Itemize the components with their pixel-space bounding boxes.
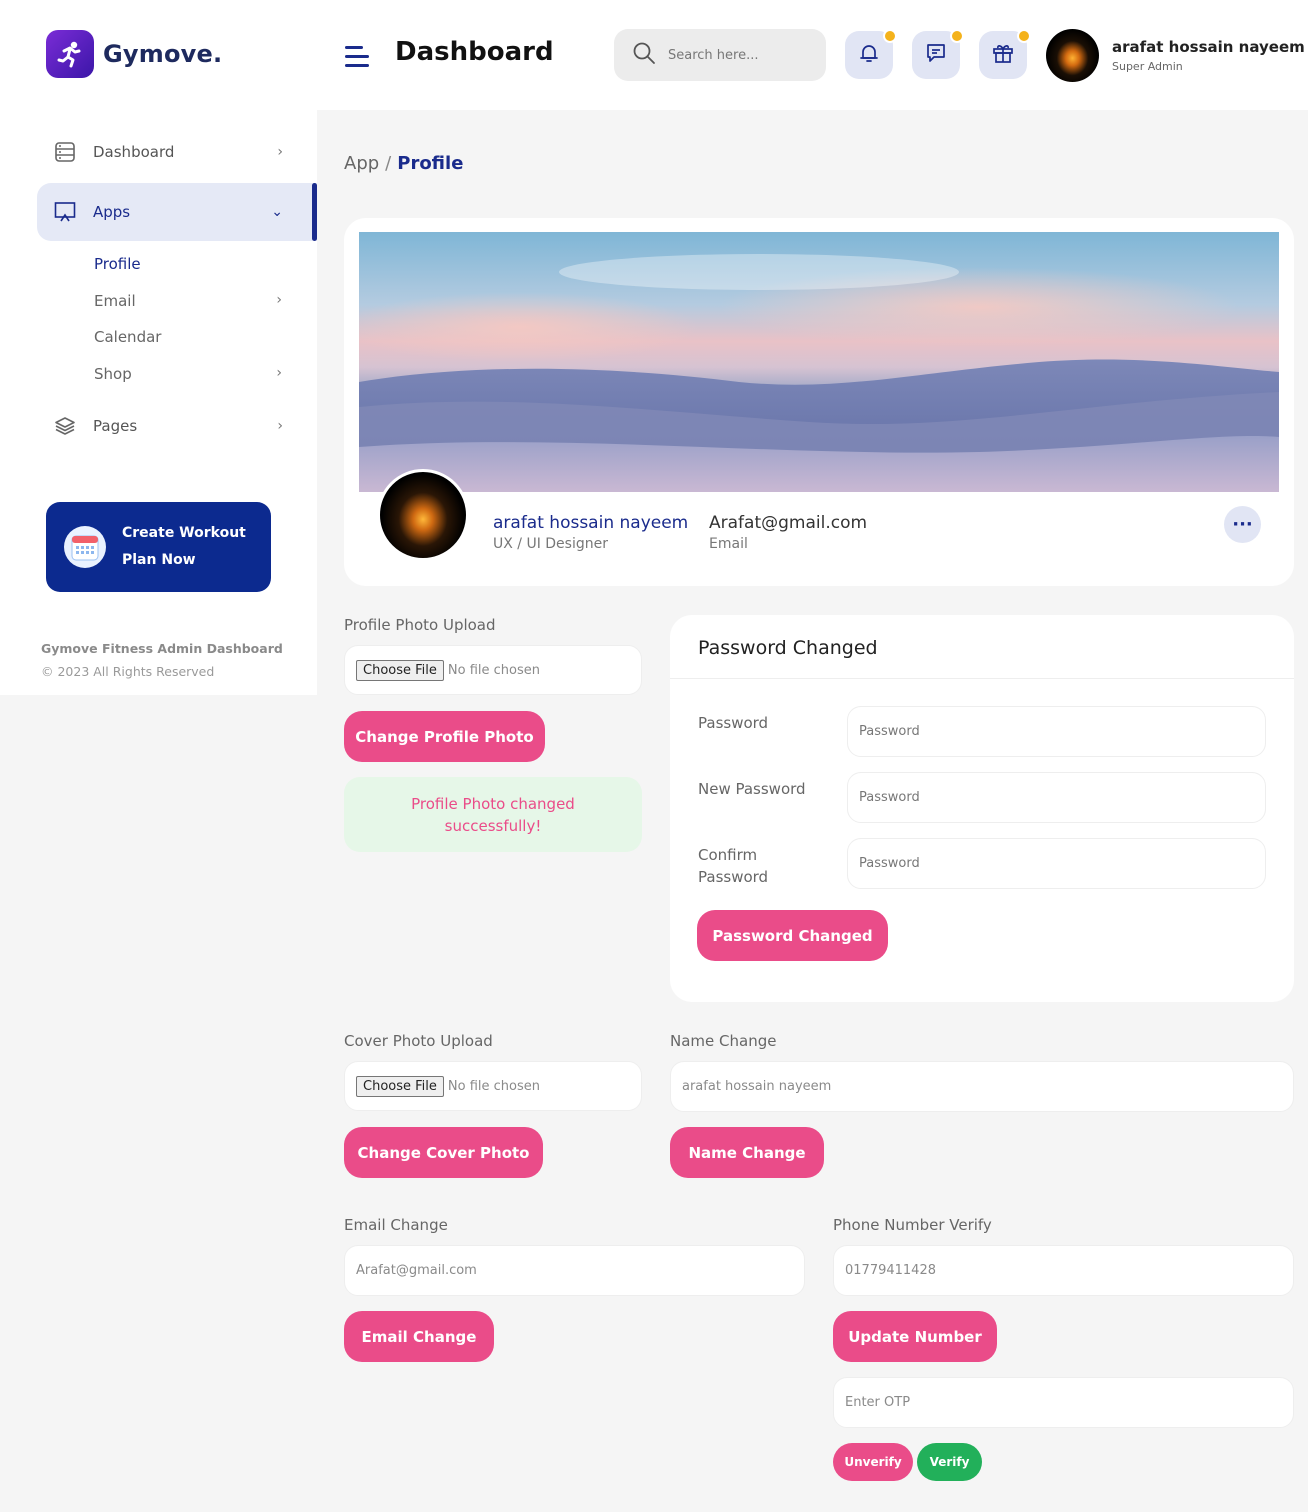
header-user-name: arafat hossain nayeem (1112, 38, 1305, 56)
notification-dot (1017, 29, 1031, 43)
footer-title: Gymove Fitness Admin Dashboard (41, 641, 283, 656)
success-alert: Profile Photo changed successfully! (344, 777, 642, 852)
confirm-password-label: Confirm Password (698, 846, 769, 886)
chevron-right-icon: › (276, 365, 282, 381)
footer-copyright: © 2023 All Rights Reserved (41, 664, 215, 679)
sidebar-item-pages[interactable]: Pages › (37, 397, 317, 455)
confirm-password-field[interactable] (847, 838, 1266, 889)
update-number-button[interactable]: Update Number (833, 1311, 997, 1362)
choose-file-button[interactable]: Choose File (356, 1075, 444, 1097)
profile-photo-label: Profile Photo Upload (344, 616, 496, 634)
gift-icon (991, 41, 1015, 69)
profile-name: arafat hossain nayeem (493, 513, 689, 533)
promo-text: Create Workout Plan Now (122, 520, 246, 574)
cover-photo (359, 232, 1279, 492)
sidebar-subitem-label: Profile (94, 255, 141, 273)
chat-icon (924, 41, 948, 69)
notification-dot (950, 29, 964, 43)
sidebar-subitem-shop[interactable]: Shop › (94, 365, 294, 383)
cover-photo-label: Cover Photo Upload (344, 1032, 493, 1050)
file-status: No file chosen (447, 662, 540, 678)
dashboard-icon (53, 140, 77, 164)
name-change-button[interactable]: Name Change (670, 1127, 824, 1178)
bell-icon (857, 41, 881, 69)
monitor-icon (53, 200, 77, 224)
file-status: No file chosen (447, 1078, 540, 1094)
layers-icon (53, 414, 77, 438)
new-password-label: New Password (698, 780, 806, 798)
chevron-down-icon: ⌄ (271, 204, 283, 220)
notifications-button[interactable] (845, 29, 897, 79)
sidebar-subitem-label: Shop (94, 365, 132, 383)
gifts-button[interactable] (979, 29, 1031, 79)
unverify-button[interactable]: Unverify (833, 1443, 913, 1481)
top-header: Dashboard arafat hossain nayeem Super Ad… (317, 0, 1308, 110)
breadcrumb-current: Profile (397, 153, 464, 174)
hamburger-menu-icon[interactable] (345, 46, 369, 68)
password-card-title: Password Changed (698, 637, 878, 659)
profile-role: UX / UI Designer (493, 536, 608, 552)
notification-dot (883, 29, 897, 43)
promo-line1: Create Workout (122, 525, 246, 541)
phone-verify-label: Phone Number Verify (833, 1216, 992, 1234)
sidebar: Gymove. Dashboard › Apps ⌄ Profile Email… (0, 0, 317, 695)
sidebar-subitem-label: Email (94, 292, 136, 310)
sidebar-subitem-email[interactable]: Email › (94, 292, 294, 310)
divider (670, 678, 1294, 679)
profile-card: arafat hossain nayeem UX / UI Designer A… (344, 218, 1294, 586)
sidebar-item-label: Dashboard (93, 143, 175, 161)
change-cover-photo-button[interactable]: Change Cover Photo (344, 1127, 543, 1178)
chevron-right-icon: › (277, 418, 283, 434)
search-icon (632, 41, 656, 69)
new-password-field[interactable] (847, 772, 1266, 823)
name-input[interactable] (670, 1061, 1294, 1112)
breadcrumb-parent[interactable]: App (344, 153, 379, 174)
chevron-right-icon: › (276, 292, 282, 308)
password-label: Password (698, 714, 769, 732)
header-user-role: Super Admin (1112, 60, 1183, 73)
phone-input[interactable] (833, 1245, 1294, 1296)
password-field[interactable] (847, 706, 1266, 757)
sidebar-item-label: Apps (93, 203, 131, 221)
password-changed-button[interactable]: Password Changed (697, 910, 888, 961)
sidebar-item-label: Pages (93, 417, 138, 435)
brand-logo[interactable]: Gymove. (46, 30, 222, 78)
search-input[interactable] (668, 47, 808, 63)
user-avatar[interactable] (1046, 29, 1099, 82)
brand-name: Gymove. (103, 40, 223, 68)
profile-email: Arafat@gmail.com (709, 513, 868, 533)
more-options-button[interactable]: ··· (1224, 506, 1261, 543)
verify-button[interactable]: Verify (917, 1443, 982, 1481)
profile-email-label: Email (709, 536, 748, 552)
change-profile-photo-button[interactable]: Change Profile Photo (344, 711, 545, 762)
email-change-label: Email Change (344, 1216, 448, 1234)
search-box[interactable] (614, 29, 826, 81)
name-change-label: Name Change (670, 1032, 777, 1050)
breadcrumb: App / Profile (344, 153, 463, 174)
messages-button[interactable] (912, 29, 964, 79)
calendar-icon (64, 526, 106, 568)
cover-photo-file-input[interactable]: Choose File No file chosen (344, 1061, 642, 1111)
promo-line2: Plan Now (122, 552, 196, 568)
page-title: Dashboard (395, 37, 554, 67)
breadcrumb-separator: / (385, 153, 392, 174)
email-change-button[interactable]: Email Change (344, 1311, 494, 1362)
sidebar-subitem-profile[interactable]: Profile (94, 255, 294, 273)
running-person-icon (46, 30, 94, 78)
profile-photo-file-input[interactable]: Choose File No file chosen (344, 645, 642, 695)
chevron-right-icon: › (277, 144, 283, 160)
otp-input[interactable] (833, 1377, 1294, 1428)
sidebar-item-dashboard[interactable]: Dashboard › (37, 123, 317, 181)
more-dots-icon: ··· (1232, 514, 1253, 535)
sidebar-subitem-label: Calendar (94, 328, 162, 346)
profile-avatar[interactable] (377, 469, 469, 561)
email-input[interactable] (344, 1245, 805, 1296)
sidebar-item-apps[interactable]: Apps ⌄ (37, 183, 317, 241)
sidebar-subitem-calendar[interactable]: Calendar (94, 328, 294, 346)
password-card: Password Changed Password New Password C… (670, 615, 1294, 1002)
choose-file-button[interactable]: Choose File (356, 659, 444, 681)
create-workout-promo[interactable]: Create Workout Plan Now (46, 502, 271, 592)
